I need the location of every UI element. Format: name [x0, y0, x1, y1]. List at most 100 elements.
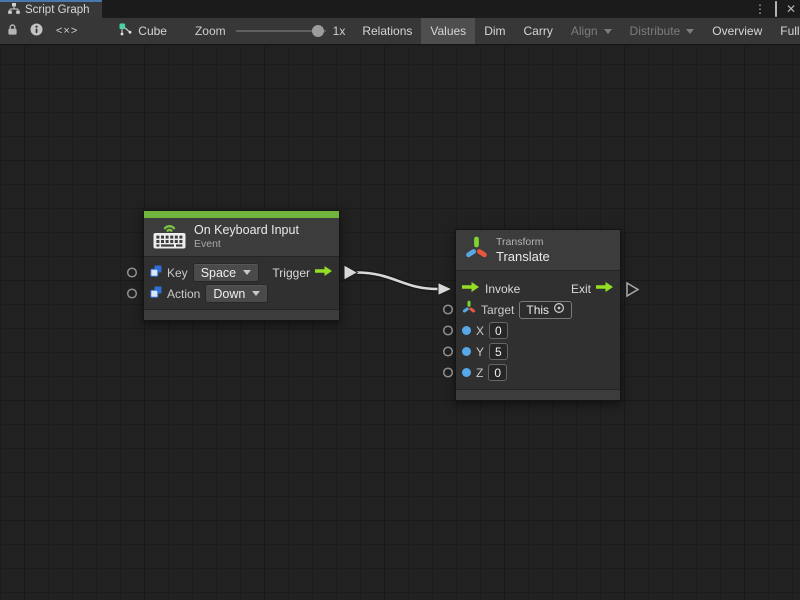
- x-value-field[interactable]: 0: [489, 322, 508, 339]
- flow-arrow-icon: [596, 280, 614, 298]
- align-dropdown: Align: [562, 18, 621, 44]
- literal-value-icon: [150, 285, 162, 303]
- chevron-down-icon: [604, 29, 612, 34]
- lock-icon: [7, 23, 18, 39]
- node-title: On Keyboard Input: [194, 223, 299, 238]
- port-invoke-input[interactable]: [438, 283, 452, 296]
- node-category: Transform: [496, 236, 550, 249]
- trigger-label: Trigger: [272, 266, 310, 280]
- port-trigger-output[interactable]: [344, 265, 358, 280]
- translate-node-header: Transform Translate: [456, 230, 620, 271]
- zoom-slider-handle[interactable]: [312, 25, 324, 37]
- event-node-body: Key Space Trigger: [144, 257, 339, 309]
- overview-button[interactable]: Overview: [703, 18, 771, 44]
- target-icon: [553, 302, 565, 317]
- restore-icon[interactable]: [775, 0, 777, 18]
- event-node-accent-bar: [144, 211, 339, 218]
- relations-button[interactable]: Relations: [353, 18, 421, 44]
- key-label: Key: [167, 266, 188, 280]
- graph-icon: [8, 1, 20, 19]
- carry-button[interactable]: Carry: [515, 18, 562, 44]
- key-value: Space: [201, 266, 236, 280]
- x-row: X 0: [462, 320, 614, 341]
- chevron-down-icon: [252, 291, 260, 296]
- values-button[interactable]: Values: [421, 18, 475, 44]
- menu-icon[interactable]: ⋮: [754, 0, 766, 18]
- wire-shadow: [356, 273, 438, 290]
- translate-node-body: Invoke Exit: [456, 271, 620, 389]
- zoom-value: 1x: [333, 24, 346, 38]
- flow-arrow-icon: [315, 264, 333, 282]
- lock-button[interactable]: [0, 18, 24, 44]
- z-row: Z 0: [462, 362, 614, 383]
- chevron-down-icon: [243, 270, 251, 275]
- x-label: X: [476, 324, 484, 338]
- dim-button[interactable]: Dim: [475, 18, 514, 44]
- port-action-input[interactable]: [128, 289, 137, 298]
- close-icon[interactable]: ✕: [786, 0, 796, 18]
- flow-arrow-icon: [462, 280, 480, 298]
- action-dropdown[interactable]: Down: [205, 284, 268, 303]
- full-screen-button[interactable]: Full Screen: [771, 18, 800, 44]
- y-value-field[interactable]: 5: [489, 343, 508, 360]
- event-node-header: On Keyboard Input Event: [144, 218, 339, 257]
- node-title: Translate: [496, 249, 550, 264]
- zoom-slider[interactable]: [236, 30, 326, 32]
- graph-reference[interactable]: Cube: [119, 18, 167, 44]
- chevron-down-icon: [686, 29, 694, 34]
- toolbar: <×> Cube Zoom 1x Relations: [0, 18, 800, 45]
- port-target-input[interactable]: [444, 305, 453, 314]
- y-label: Y: [476, 345, 484, 359]
- distribute-label: Distribute: [630, 24, 681, 38]
- action-row: Action Down: [150, 283, 333, 304]
- literal-value-icon: [150, 264, 162, 282]
- wire-trigger-to-invoke[interactable]: [356, 273, 438, 290]
- code-preview-toggle[interactable]: <×>: [49, 18, 85, 44]
- action-value: Down: [213, 287, 245, 301]
- connections-overlay: [0, 46, 800, 600]
- port-z-input[interactable]: [444, 368, 453, 377]
- script-graph-window: Script Graph ⋮ ✕: [0, 0, 800, 600]
- node-transform-translate[interactable]: Transform Translate Invoke Exit: [455, 229, 621, 401]
- value-port-icon: [462, 368, 471, 377]
- target-value: This: [526, 303, 549, 317]
- window-controls: ⋮ ✕: [754, 0, 796, 18]
- event-node-footer: [144, 309, 339, 320]
- invoke-label: Invoke: [485, 282, 520, 296]
- exit-label: Exit: [571, 282, 591, 296]
- key-dropdown[interactable]: Space: [193, 263, 259, 282]
- titlebar: Script Graph ⋮ ✕: [0, 0, 800, 18]
- value-port-icon: [462, 347, 471, 356]
- value-port-icon: [462, 326, 471, 335]
- node-subtitle: Event: [194, 238, 299, 251]
- tab-title: Script Graph: [25, 4, 90, 16]
- port-x-input[interactable]: [444, 326, 453, 335]
- y-row: Y 5: [462, 341, 614, 362]
- translate-node-footer: [456, 389, 620, 400]
- port-y-input[interactable]: [444, 347, 453, 356]
- info-button[interactable]: [24, 18, 49, 44]
- port-key-input[interactable]: [128, 268, 137, 277]
- target-label: Target: [481, 303, 514, 317]
- code-icon: <×>: [56, 25, 78, 37]
- port-exit-output[interactable]: [627, 283, 638, 296]
- target-row: Target This: [462, 299, 614, 320]
- zoom-label: Zoom: [195, 24, 226, 38]
- keyboard-event-icon: [153, 221, 186, 254]
- z-label: Z: [476, 366, 483, 380]
- target-self-chip[interactable]: This: [519, 301, 572, 319]
- tab-script-graph[interactable]: Script Graph: [0, 0, 102, 18]
- graph-target-label: Cube: [138, 24, 167, 38]
- graph-canvas[interactable]: On Keyboard Input Event Key Space: [0, 46, 800, 600]
- align-label: Align: [571, 24, 598, 38]
- action-label: Action: [167, 287, 200, 301]
- transform-icon: [465, 235, 488, 266]
- transform-mini-icon: [462, 300, 476, 319]
- info-icon: [30, 23, 43, 39]
- key-row: Key Space Trigger: [150, 262, 333, 283]
- distribute-dropdown: Distribute: [621, 18, 704, 44]
- node-on-keyboard-input[interactable]: On Keyboard Input Event Key Space: [143, 210, 340, 321]
- z-value-field[interactable]: 0: [488, 364, 507, 381]
- invoke-row: Invoke Exit: [462, 278, 614, 299]
- zoom-control: Zoom 1x: [195, 18, 353, 44]
